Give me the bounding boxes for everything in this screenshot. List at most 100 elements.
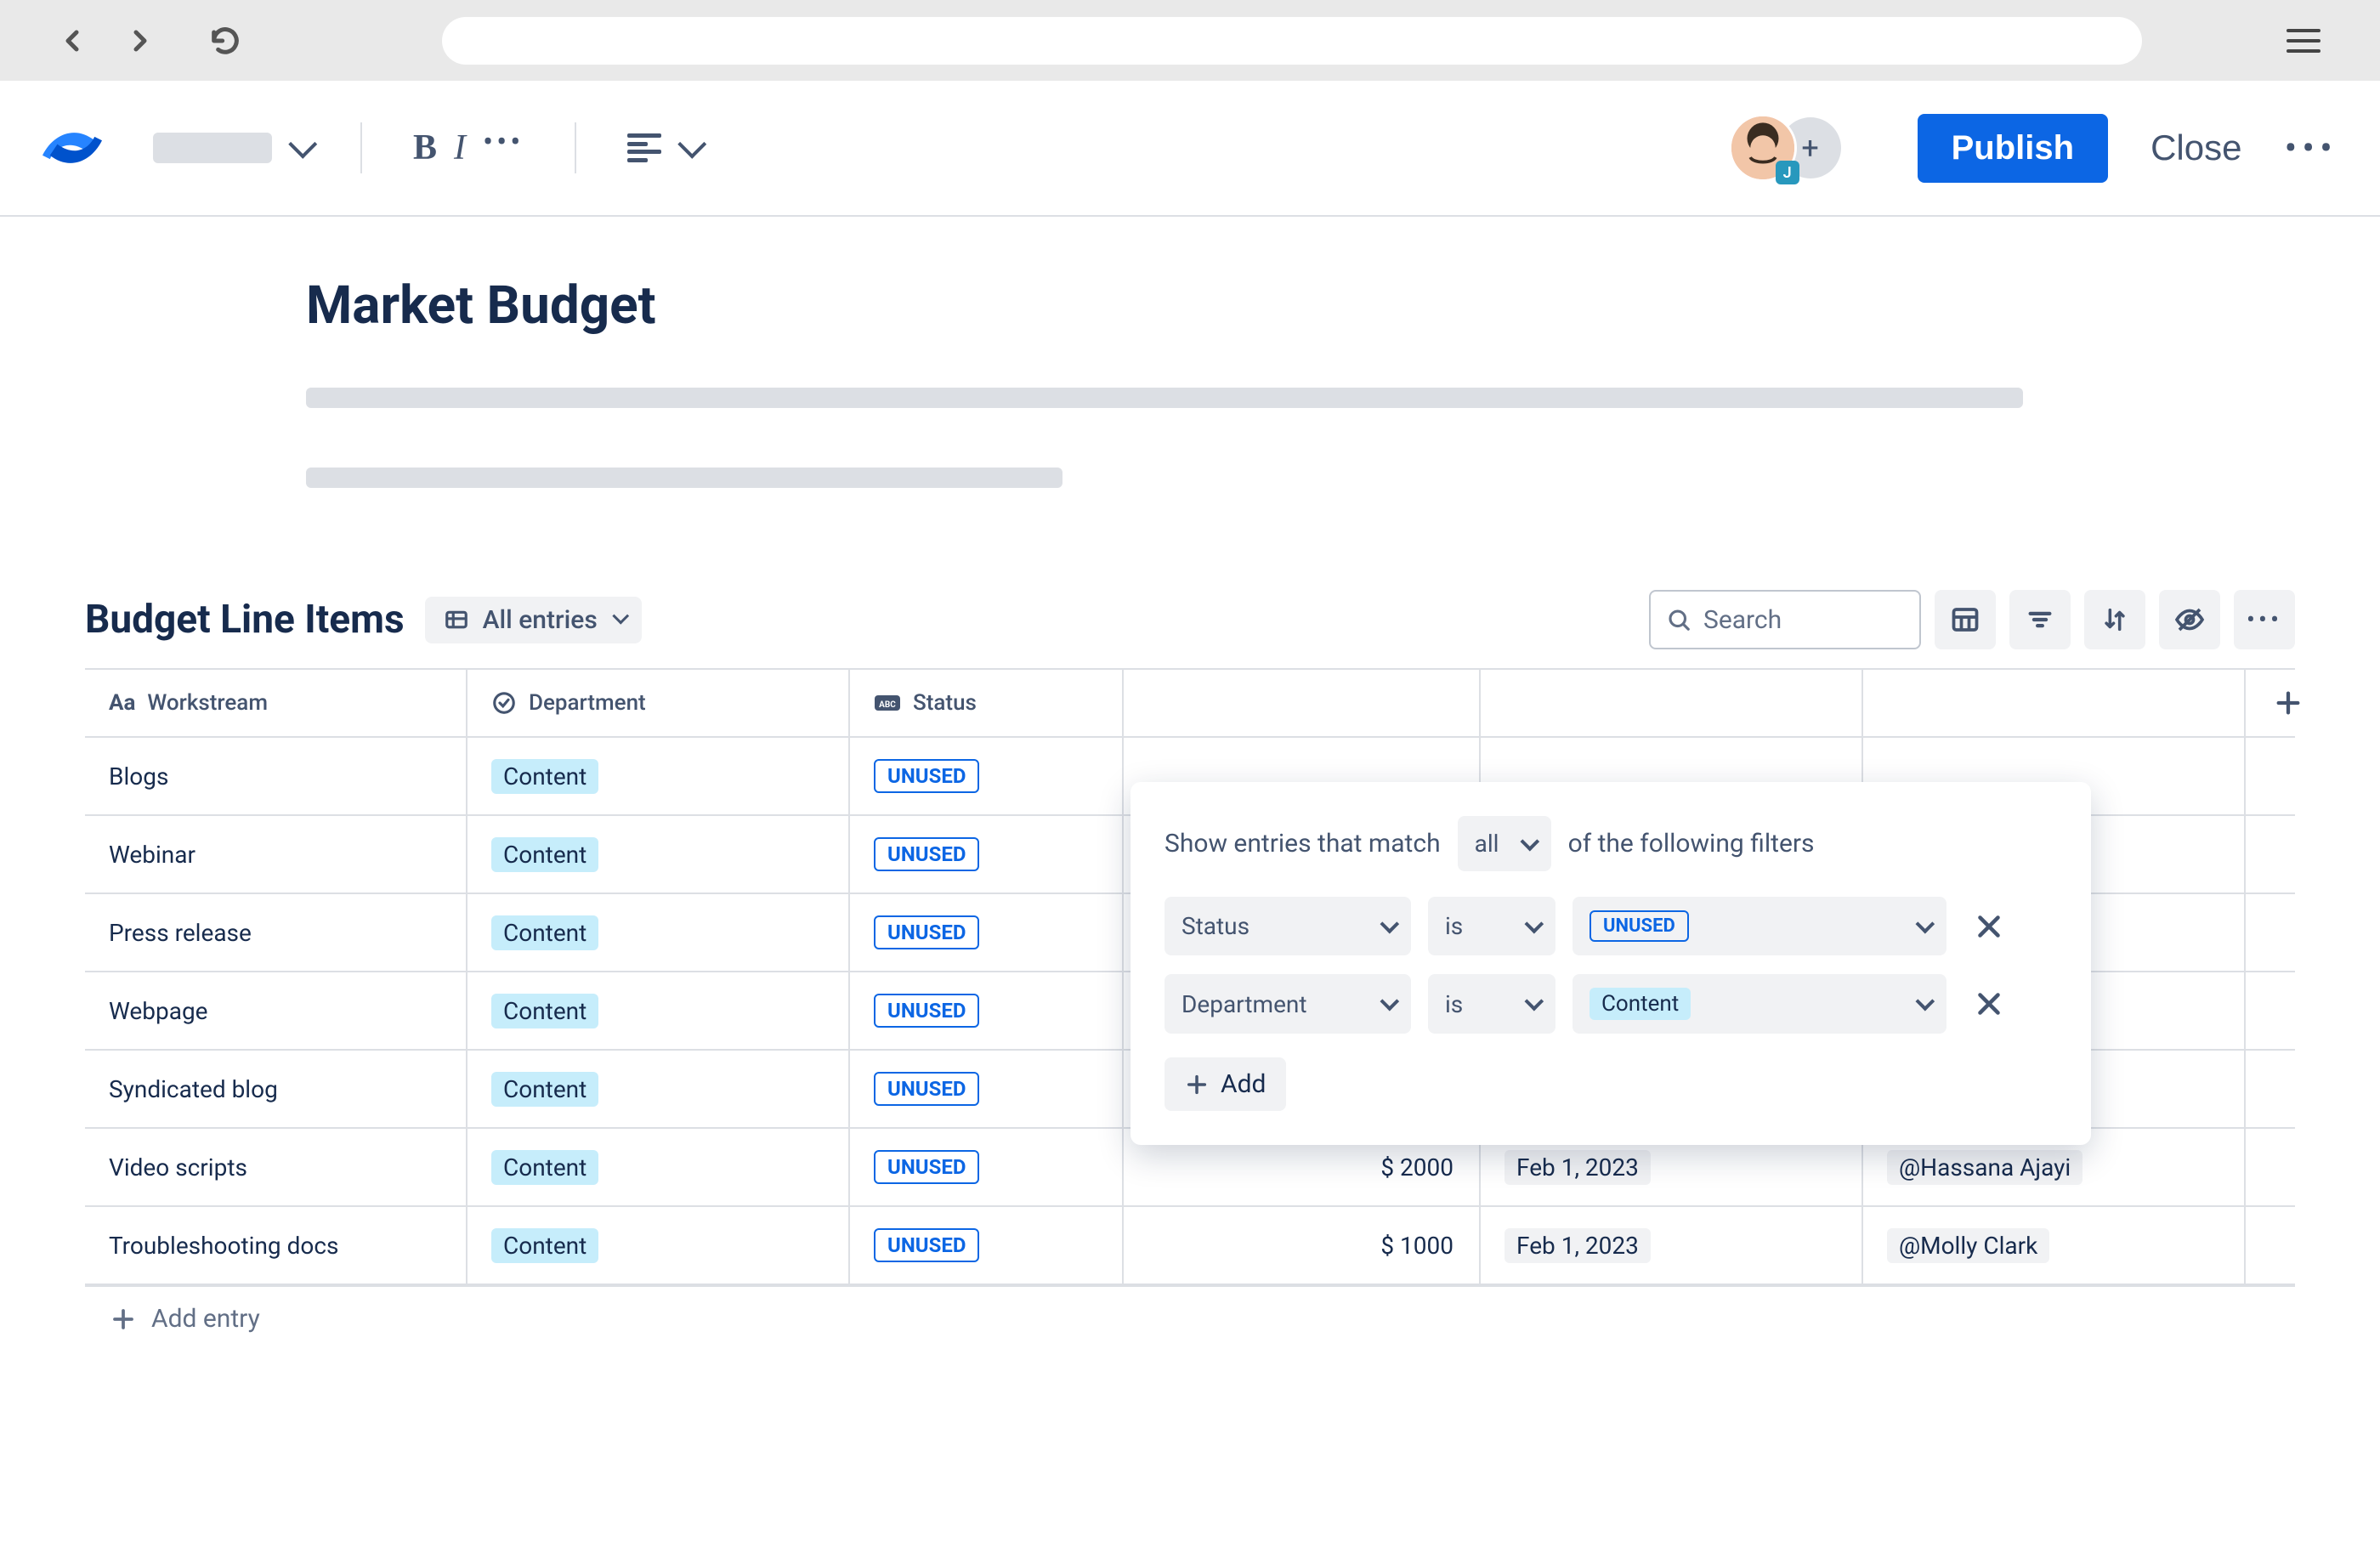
owner-tag: @Molly Clark (1887, 1228, 2049, 1263)
more-actions-button[interactable]: ••• (2284, 126, 2338, 170)
placeholder-line (306, 388, 2023, 408)
chevron-down-icon[interactable] (288, 130, 317, 159)
browser-reload-button[interactable] (204, 20, 246, 62)
cell-trailing (2246, 1207, 2331, 1284)
cell-status[interactable]: UNUSED (850, 1207, 1124, 1284)
bold-button[interactable]: B (413, 128, 437, 168)
filter-rule: Department is Content (1164, 974, 2057, 1034)
cell-department[interactable]: Content (468, 1051, 850, 1127)
publish-button[interactable]: Publish (1918, 114, 2108, 183)
filter-field-select[interactable]: Status (1164, 897, 1411, 955)
cell-workstream[interactable]: Syndicated blog (85, 1051, 468, 1127)
browser-back-button[interactable] (51, 20, 94, 62)
filter-value-select[interactable]: UNUSED (1572, 897, 1946, 955)
collaborator-avatars: J + (1729, 114, 1841, 182)
cell-department[interactable]: Content (468, 816, 850, 892)
status-tag: UNUSED (874, 759, 979, 793)
more-formatting-button[interactable]: ••• (483, 127, 524, 169)
layout-button[interactable] (1935, 590, 1996, 649)
status-tag: UNUSED (874, 915, 979, 949)
visibility-button[interactable] (2159, 590, 2220, 649)
cell-department[interactable]: Content (468, 1207, 850, 1284)
avatar[interactable]: J (1729, 114, 1797, 182)
cell-department[interactable]: Content (468, 738, 850, 814)
status-tag: UNUSED (874, 1150, 979, 1184)
cell-department[interactable]: Content (468, 1129, 850, 1205)
status-tag: UNUSED (874, 994, 979, 1028)
filter-op-select[interactable]: is (1428, 974, 1556, 1034)
filter-value-select[interactable]: Content (1572, 974, 1946, 1034)
cell-amount[interactable]: $ 1000 (1124, 1207, 1481, 1284)
chevron-down-icon (1520, 831, 1539, 851)
cell-trailing (2246, 1051, 2331, 1127)
cell-status[interactable]: UNUSED (850, 816, 1124, 892)
cell-workstream[interactable]: Webpage (85, 972, 468, 1049)
cell-trailing (2246, 894, 2331, 971)
add-filter-rule-button[interactable]: Add (1164, 1057, 1286, 1111)
cell-workstream[interactable]: Press release (85, 894, 468, 971)
table-icon (444, 607, 469, 632)
department-tag: Content (491, 759, 598, 794)
cell-status[interactable]: UNUSED (850, 894, 1124, 971)
page-title[interactable]: Market Budget (306, 275, 2295, 337)
close-button[interactable]: Close (2150, 128, 2241, 168)
cell-status[interactable]: UNUSED (850, 972, 1124, 1049)
sort-button[interactable] (2084, 590, 2145, 649)
database-header: Budget Line Items All entries Search (85, 590, 2295, 665)
filter-op-select[interactable]: is (1428, 897, 1556, 955)
cell-workstream[interactable]: Troubleshooting docs (85, 1207, 468, 1284)
remove-filter-rule-button[interactable] (1964, 974, 2014, 1034)
column-header-department[interactable]: Department (468, 670, 850, 736)
browser-menu-button[interactable] (2286, 24, 2320, 58)
cell-trailing (2246, 1129, 2331, 1205)
filter-rule: Status is UNUSED (1164, 897, 2057, 955)
select-type-icon (491, 690, 517, 716)
filter-match-mode-select[interactable]: all (1458, 816, 1551, 871)
align-left-button[interactable] (627, 133, 661, 162)
filter-popover: Show entries that match all of the follo… (1130, 782, 2091, 1145)
italic-button[interactable]: I (454, 128, 466, 168)
status-tag: UNUSED (874, 1228, 979, 1262)
chevron-down-icon[interactable] (678, 130, 707, 159)
chevron-down-icon (1525, 992, 1544, 1012)
table-row[interactable]: Troubleshooting docs Content UNUSED $ 10… (85, 1205, 2295, 1285)
cell-workstream[interactable]: Blogs (85, 738, 468, 814)
column-header-workstream[interactable]: Aa Workstream (85, 670, 468, 736)
cell-status[interactable]: UNUSED (850, 738, 1124, 814)
cell-department[interactable]: Content (468, 972, 850, 1049)
cell-date[interactable]: Feb 1, 2023 (1481, 1207, 1863, 1284)
database-search-input[interactable]: Search (1649, 590, 1921, 649)
filter-button[interactable] (2009, 590, 2071, 649)
app-toolbar: B I ••• J + Publish Close ••• (0, 81, 2380, 217)
filter-intro: Show entries that match all of the follo… (1164, 816, 2057, 871)
browser-forward-button[interactable] (119, 20, 162, 62)
text-type-icon: Aa (109, 690, 135, 716)
view-selector[interactable]: All entries (425, 597, 642, 643)
cell-owner[interactable]: @Molly Clark (1863, 1207, 2246, 1284)
cell-trailing (2246, 816, 2331, 892)
database-more-button[interactable]: ••• (2234, 590, 2295, 649)
date-tag: Feb 1, 2023 (1504, 1150, 1651, 1185)
url-bar[interactable] (442, 17, 2142, 65)
owner-tag: @Hassana Ajayi (1887, 1150, 2082, 1185)
cell-department[interactable]: Content (468, 894, 850, 971)
column-header-amount[interactable] (1124, 670, 1481, 736)
database-title[interactable]: Budget Line Items (85, 597, 405, 643)
cell-status[interactable]: UNUSED (850, 1129, 1124, 1205)
column-header-status[interactable]: ABC Status (850, 670, 1124, 736)
cell-workstream[interactable]: Video scripts (85, 1129, 468, 1205)
add-column-button[interactable] (2246, 670, 2331, 736)
cell-status[interactable]: UNUSED (850, 1051, 1124, 1127)
department-tag: Content (491, 1072, 598, 1107)
view-label: All entries (483, 605, 598, 635)
remove-filter-rule-button[interactable] (1964, 897, 2014, 955)
department-tag: Content (491, 1228, 598, 1263)
filter-field-select[interactable]: Department (1164, 974, 1411, 1034)
text-style-selector[interactable] (153, 133, 272, 163)
department-tag: Content (491, 994, 598, 1028)
status-tag: UNUSED (1590, 910, 1689, 942)
cell-workstream[interactable]: Webinar (85, 816, 468, 892)
column-header-owner[interactable] (1863, 670, 2246, 736)
column-header-date[interactable] (1481, 670, 1863, 736)
add-entry-button[interactable]: Add entry (85, 1285, 2295, 1351)
